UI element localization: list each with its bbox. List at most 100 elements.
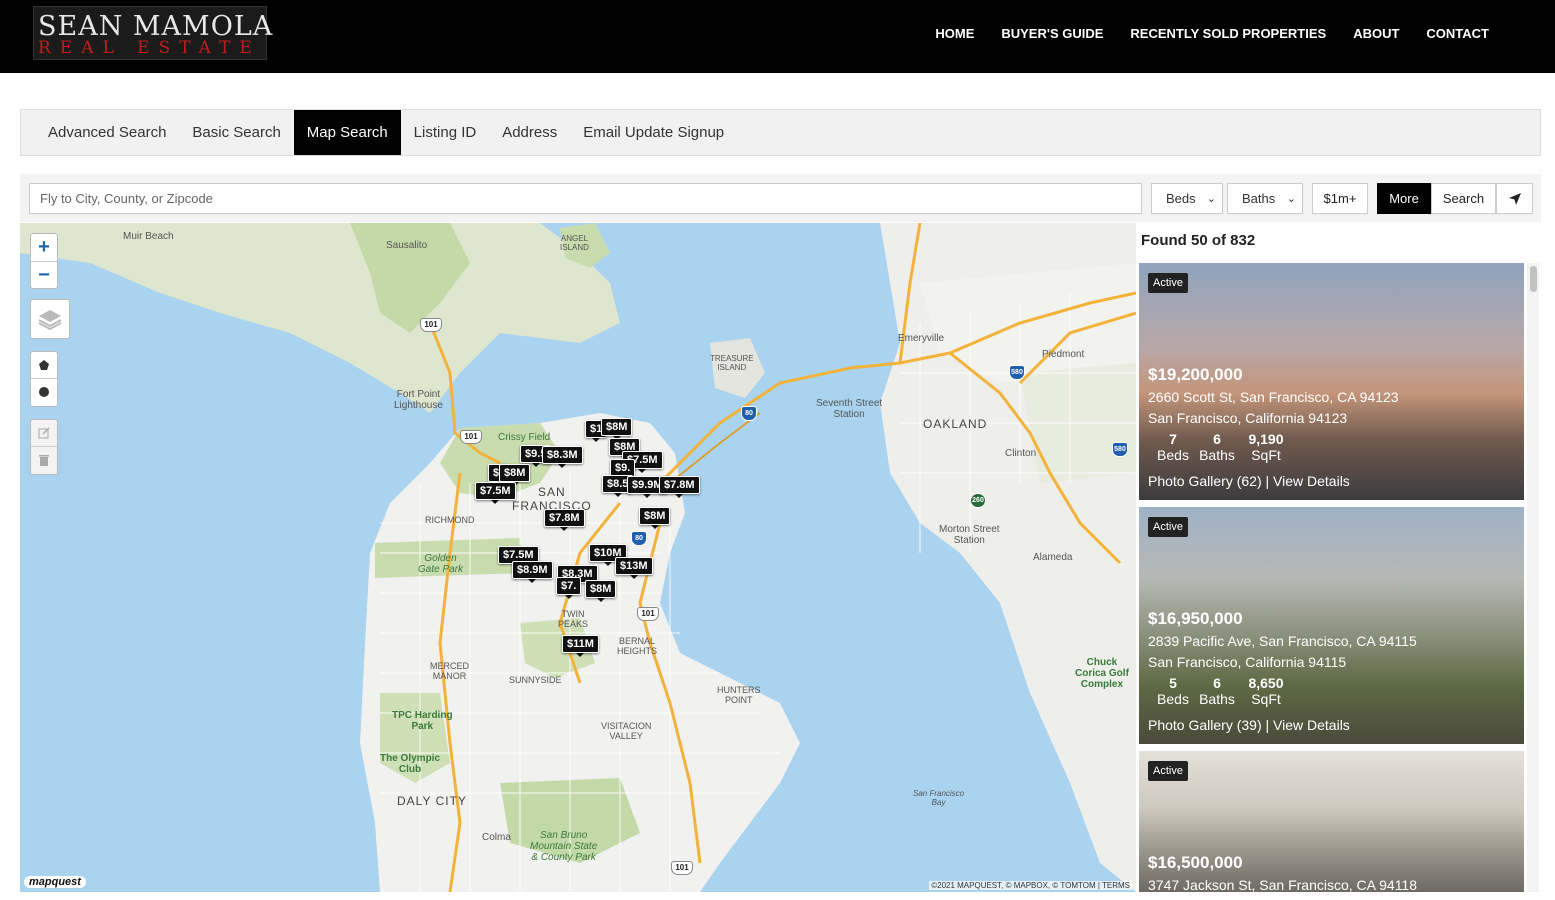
baths-label: Baths [1199, 691, 1235, 707]
baths-select[interactable]: Baths ⌄ [1227, 183, 1303, 214]
listing-sqft: 8,650 SqFt [1243, 675, 1289, 707]
tab-listing-id[interactable]: Listing ID [401, 110, 490, 155]
route-260-shield: 260 [970, 493, 986, 508]
tab-email-update-signup[interactable]: Email Update Signup [570, 110, 737, 155]
map-label-alameda: Alameda [1033, 552, 1073, 563]
map-price-marker[interactable]: $7.8M [544, 509, 585, 531]
fly-to-location-input[interactable] [29, 183, 1142, 214]
map-basemap [20, 223, 1136, 892]
baths-label: Baths [1199, 447, 1235, 463]
map-label-golden-gate-park: Golden Gate Park [418, 553, 464, 575]
draw-polygon-button[interactable] [31, 352, 57, 379]
map-label-oakland: OAKLAND [923, 417, 988, 431]
zoom-in-button[interactable]: + [31, 234, 57, 261]
map-price-marker[interactable]: $7. [556, 577, 582, 599]
map-label-angel-island: ANGEL ISLAND [560, 234, 589, 252]
beds-count: 5 [1169, 675, 1177, 691]
nav-home[interactable]: HOME [935, 26, 974, 41]
route-101-shield: 101 [420, 318, 442, 332]
map-label-visitacion-valley: VISITACION VALLEY [601, 721, 652, 741]
interstate-580-shield: 580 [1009, 365, 1025, 380]
map-label-twin-peaks: TWIN PEAKS [558, 609, 589, 629]
map-price-marker[interactable]: $13M [615, 557, 653, 579]
map-attribution[interactable]: ©2021 MAPQUEST, © MAPBOX, © TOMTOM | TER… [929, 881, 1132, 890]
listing-baths: 6 Baths [1197, 431, 1237, 463]
map-label-treasure-island: TREASURE ISLAND [710, 354, 754, 372]
site-logo[interactable]: SEAN MAMOLA REAL ESTATE [33, 6, 272, 60]
map-price-marker[interactable]: $8.3M [542, 446, 583, 468]
map-price-marker[interactable]: $8M [601, 418, 633, 440]
listing-price: $16,500,000 [1148, 853, 1243, 872]
tab-basic-search[interactable]: Basic Search [179, 110, 293, 155]
listing-card[interactable]: Active $16,950,000 2839 Pacific Ave, San… [1139, 507, 1524, 744]
listing-city: San Francisco, California 94123 [1148, 410, 1348, 426]
photo-gallery-link[interactable]: Photo Gallery (39) [1148, 717, 1262, 733]
map-price-marker[interactable]: $8M [499, 464, 531, 486]
listing-address: 3747 Jackson St, San Francisco, CA 94118 [1148, 877, 1418, 892]
map-label-colma: Colma [482, 832, 511, 843]
listing-address: 2839 Pacific Ave, San Francisco, CA 9411… [1148, 633, 1417, 649]
map-price-marker[interactable]: $7.8M [659, 476, 700, 498]
listing-beds: 5 Beds [1157, 675, 1189, 707]
map-price-marker[interactable]: $8.9M [512, 561, 553, 583]
map-label-olympic-club: The Olympic Club [380, 753, 441, 775]
map-label-san-bruno: San Bruno Mountain State & County Park [530, 830, 598, 863]
delete-shapes-button[interactable] [31, 447, 57, 474]
price-filter-button[interactable]: $1m+ [1312, 183, 1368, 214]
listing-price: $16,950,000 [1148, 609, 1243, 628]
photo-gallery-link[interactable]: Photo Gallery (62) [1148, 473, 1262, 489]
map-label-piedmont: Piedmont [1042, 349, 1085, 360]
tab-map-search[interactable]: Map Search [293, 110, 401, 155]
more-filters-button[interactable]: More [1377, 183, 1431, 214]
property-map[interactable]: Muir Beach Sausalito ANGEL ISLAND TREASU… [20, 223, 1136, 892]
search-button[interactable]: Search [1431, 183, 1496, 214]
nav-contact[interactable]: CONTACT [1426, 26, 1489, 41]
results-scrollbar[interactable] [1527, 263, 1539, 892]
map-label-tpc-harding: TPC Harding Park [392, 710, 453, 732]
route-101-shield: 101 [637, 607, 659, 621]
map-label-sunnyside: SUNNYSIDE [509, 675, 562, 685]
view-details-link[interactable]: View Details [1273, 717, 1350, 733]
logo-tagline: REAL ESTATE [38, 38, 261, 58]
results-scrollbar-thumb[interactable] [1530, 266, 1537, 292]
map-label-richmond: RICHMOND [425, 515, 475, 525]
nav-recently-sold[interactable]: RECENTLY SOLD PROPERTIES [1130, 26, 1326, 41]
edit-shapes-button[interactable] [31, 420, 57, 447]
beds-label: Beds [1157, 447, 1189, 463]
draw-circle-button[interactable] [31, 379, 57, 406]
link-separator: | [1265, 473, 1270, 489]
locate-me-button[interactable] [1496, 183, 1533, 214]
map-label-morton-street-station: Morton Street Station [939, 524, 1000, 546]
link-separator: | [1265, 717, 1270, 733]
mapquest-logo[interactable]: mapquest [24, 876, 86, 888]
main-nav: HOME BUYER'S GUIDE RECENTLY SOLD PROPERT… [935, 26, 1489, 41]
nav-about[interactable]: ABOUT [1353, 26, 1399, 41]
map-price-marker[interactable]: $8M [585, 580, 617, 602]
listing-address: 2660 Scott St, San Francisco, CA 94123 [1148, 389, 1399, 405]
listing-card[interactable]: Active $19,200,000 2660 Scott St, San Fr… [1139, 263, 1524, 500]
tab-address[interactable]: Address [489, 110, 570, 155]
listing-baths: 6 Baths [1197, 675, 1237, 707]
route-101-shield: 101 [671, 861, 693, 875]
map-label-merced-manor: MERCED MANOR [430, 661, 470, 681]
zoom-out-button[interactable]: − [31, 261, 57, 288]
sqft-label: SqFt [1251, 691, 1281, 707]
listing-sqft: 9,190 SqFt [1243, 431, 1289, 463]
search-tabs: Advanced Search Basic Search Map Search … [20, 109, 1541, 156]
listing-card[interactable]: Active $16,500,000 3747 Jackson St, San … [1139, 751, 1524, 892]
map-label-seventh-street-station: Seventh Street Station [816, 398, 883, 420]
beds-select[interactable]: Beds ⌄ [1151, 183, 1223, 214]
layers-button[interactable] [30, 299, 70, 339]
interstate-580-shield: 580 [1112, 442, 1128, 457]
baths-count: 6 [1213, 431, 1221, 447]
interstate-80-shield: 80 [741, 406, 757, 421]
tab-advanced-search[interactable]: Advanced Search [35, 110, 179, 155]
layers-icon [38, 310, 62, 331]
map-price-marker[interactable]: $8M [639, 507, 671, 529]
map-price-marker[interactable]: $7.5M [475, 482, 516, 504]
map-price-marker[interactable]: $11M [562, 635, 599, 657]
interstate-80-shield: 80 [631, 531, 647, 546]
route-101-shield: 101 [460, 430, 482, 444]
nav-buyers-guide[interactable]: BUYER'S GUIDE [1001, 26, 1103, 41]
view-details-link[interactable]: View Details [1273, 473, 1350, 489]
